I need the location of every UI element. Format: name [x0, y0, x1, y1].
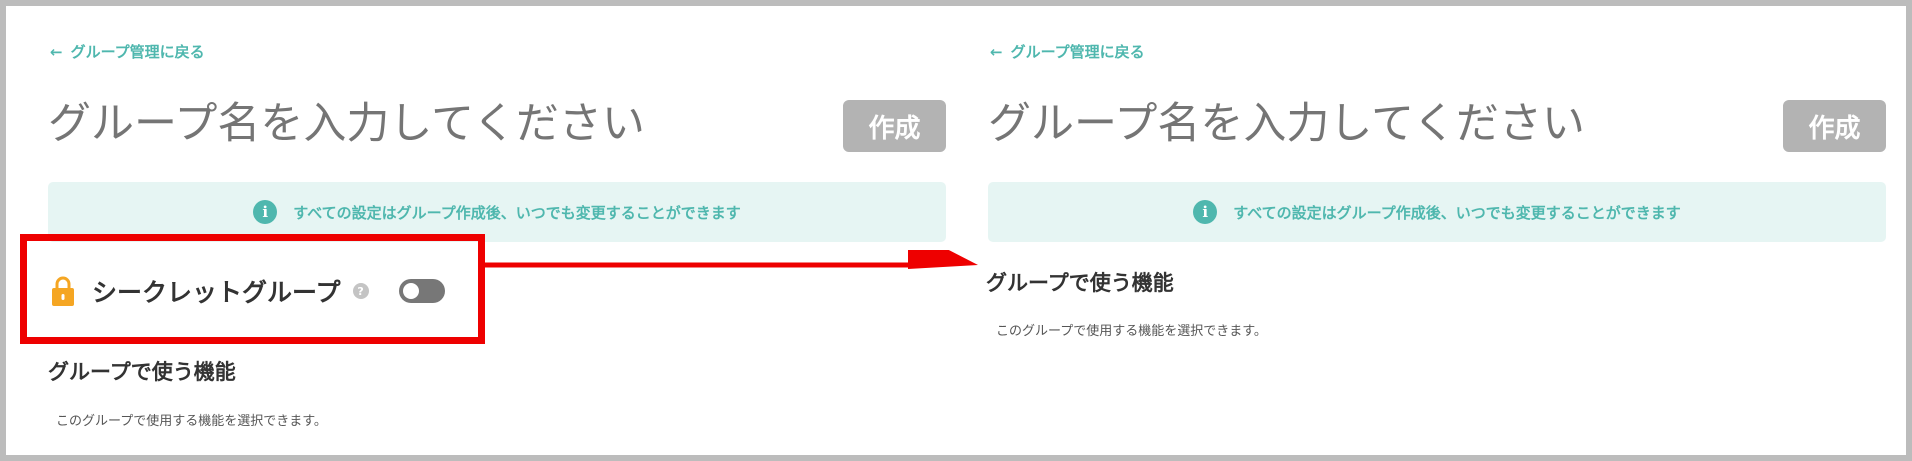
info-icon: i: [253, 200, 278, 224]
arrow-right-icon: [480, 250, 978, 269]
create-button[interactable]: 作成: [843, 100, 946, 152]
group-name-input[interactable]: [46, 98, 810, 150]
back-link-label: グループ管理に戻る: [70, 43, 205, 61]
info-icon: i: [1193, 200, 1218, 224]
features-section-desc: このグループで使用する機能を選択できます。: [56, 414, 327, 429]
features-section-desc: このグループで使用する機能を選択できます。: [996, 324, 1267, 339]
features-section-title: グループで使う機能: [48, 360, 236, 384]
info-banner: i すべての設定はグループ作成後、いつでも変更することができます: [988, 182, 1886, 242]
back-to-group-management-link[interactable]: ← グループ管理に戻る: [50, 41, 205, 62]
back-link-label: グループ管理に戻る: [1010, 43, 1145, 61]
annotation-highlight-box: [20, 234, 485, 344]
info-banner-text: すべての設定はグループ作成後、いつでも変更することができます: [1233, 203, 1681, 222]
info-banner: i すべての設定はグループ作成後、いつでも変更することができます: [48, 182, 946, 242]
create-button[interactable]: 作成: [1783, 100, 1886, 152]
back-to-group-management-link[interactable]: ← グループ管理に戻る: [990, 41, 1145, 62]
left-arrow-icon: ←: [990, 43, 1003, 61]
left-panel: ← グループ管理に戻る 作成 i すべての設定はグループ作成後、いつでも変更するこ…: [0, 0, 950, 461]
info-banner-text: すべての設定はグループ作成後、いつでも変更することができます: [293, 203, 741, 222]
features-section-title: グループで使う機能: [986, 271, 1174, 295]
group-name-input[interactable]: [986, 98, 1750, 150]
right-panel: ← グループ管理に戻る 作成 i すべての設定はグループ作成後、いつでも変更するこ…: [940, 0, 1910, 461]
left-arrow-icon: ←: [50, 43, 63, 61]
